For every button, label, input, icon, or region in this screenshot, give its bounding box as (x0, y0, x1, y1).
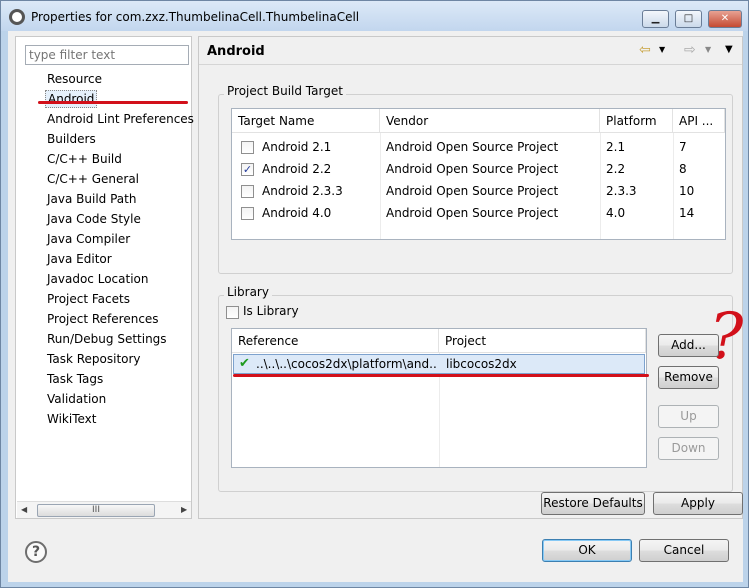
target-name: Android 2.1 (262, 140, 332, 154)
add-button[interactable]: Add... (658, 334, 719, 357)
tree-item-task-tags[interactable]: Task Tags (47, 370, 103, 388)
is-library-label[interactable]: Is Library (237, 300, 299, 322)
tree-horizontal-scrollbar[interactable]: ◀ III ▶ (17, 501, 191, 518)
page-header: Android ⇦ ▼ ⇨ ▼ ▼ (199, 37, 742, 65)
forward-history-dropdown-icon[interactable]: ▼ (705, 42, 711, 58)
target-checkbox[interactable] (241, 207, 254, 220)
table-row-selected[interactable]: ✔ ..\..\..\cocos2dx\platform\and... libc… (233, 354, 645, 374)
build-target-group-label: Project Build Target (224, 84, 346, 98)
target-platform: 2.2 (606, 162, 626, 176)
target-vendor: Android Open Source Project (386, 184, 559, 198)
scroll-right-arrow-icon[interactable]: ▶ (181, 505, 187, 514)
column-header-api[interactable]: API ... (673, 109, 725, 133)
column-header-reference[interactable]: Reference (232, 329, 439, 353)
target-platform: 2.3.3 (606, 184, 637, 198)
target-api: 8 (679, 162, 687, 176)
help-icon[interactable]: ? (25, 541, 47, 563)
target-checkbox-checked[interactable]: ✓ (241, 163, 254, 176)
tree-item-wikitext[interactable]: WikiText (47, 410, 97, 428)
tree-item-cpp-build[interactable]: C/C++ Build (47, 150, 122, 168)
title-bar[interactable]: Properties for com.zxz.ThumbelinaCell.Th… (1, 1, 748, 31)
tree-item-cpp-general[interactable]: C/C++ General (47, 170, 139, 188)
target-platform: 2.1 (606, 140, 626, 154)
target-name: Android 2.3.3 (262, 184, 343, 198)
library-project-name: libcocos2dx (446, 357, 517, 371)
view-menu-icon[interactable]: ▼ (725, 42, 733, 58)
column-header-platform[interactable]: Platform (600, 109, 673, 133)
tree-item-run-debug-settings[interactable]: Run/Debug Settings (47, 330, 167, 348)
dialog-content: Resource Android Android Lint Preference… (8, 31, 743, 582)
eclipse-icon (9, 9, 25, 25)
tree-item-resource[interactable]: Resource (47, 70, 102, 88)
down-button[interactable]: Down (658, 437, 719, 460)
tree-item-validation[interactable]: Validation (47, 390, 106, 408)
android-property-page: Android ⇦ ▼ ⇨ ▼ ▼ Project Build Target T… (198, 36, 743, 519)
tree-item-java-code-style[interactable]: Java Code Style (47, 210, 141, 228)
scroll-thumb[interactable]: III (37, 504, 155, 517)
tree-item-builders[interactable]: Builders (47, 130, 96, 148)
ok-button[interactable]: OK (542, 539, 632, 562)
library-reference-path: ..\..\..\cocos2dx\platform\and... (256, 357, 436, 371)
target-checkbox[interactable] (241, 141, 254, 154)
green-check-icon: ✔ (239, 356, 250, 371)
target-api: 10 (679, 184, 695, 198)
restore-defaults-button[interactable]: Restore Defaults (541, 492, 645, 515)
back-arrow-icon[interactable]: ⇦ (639, 42, 651, 58)
column-header-vendor[interactable]: Vendor (380, 109, 600, 133)
tree-item-android-lint-preferences[interactable]: Android Lint Preferences (47, 110, 194, 128)
scroll-left-arrow-icon[interactable]: ◀ (21, 505, 27, 514)
forward-arrow-icon[interactable]: ⇨ (684, 42, 696, 58)
tree-item-java-compiler[interactable]: Java Compiler (47, 230, 130, 248)
up-button[interactable]: Up (658, 405, 719, 428)
library-group-label: Library (224, 285, 272, 299)
red-annotation-underline-android (38, 101, 188, 104)
maximize-button[interactable]: □ (675, 10, 702, 28)
target-vendor: Android Open Source Project (386, 206, 559, 220)
target-platform: 4.0 (606, 206, 626, 220)
build-target-table[interactable]: Target Name Vendor Platform API ... Andr… (231, 108, 726, 240)
tree-item-project-references[interactable]: Project References (47, 310, 159, 328)
filter-input[interactable] (25, 45, 189, 65)
tree-item-javadoc-location[interactable]: Javadoc Location (47, 270, 148, 288)
close-button[interactable]: ✕ (708, 10, 742, 28)
apply-button[interactable]: Apply (653, 492, 743, 515)
target-api: 14 (679, 206, 695, 220)
back-history-dropdown-icon[interactable]: ▼ (659, 42, 665, 58)
cancel-button[interactable]: Cancel (639, 539, 729, 562)
minimize-button[interactable]: ▁ (642, 10, 669, 28)
target-vendor: Android Open Source Project (386, 140, 559, 154)
target-name: Android 2.2 (262, 162, 332, 176)
tree-item-android[interactable]: Android (45, 90, 98, 108)
properties-window: Properties for com.zxz.ThumbelinaCell.Th… (0, 0, 749, 588)
red-annotation-underline-library (233, 374, 649, 377)
column-header-target-name[interactable]: Target Name (232, 109, 380, 133)
page-title: Android (207, 44, 265, 59)
target-api: 7 (679, 140, 687, 154)
tree-item-java-editor[interactable]: Java Editor (47, 250, 112, 268)
column-header-project[interactable]: Project (439, 329, 646, 353)
tree-item-project-facets[interactable]: Project Facets (47, 290, 130, 308)
target-name: Android 4.0 (262, 206, 332, 220)
remove-button[interactable]: Remove (658, 366, 719, 389)
target-vendor: Android Open Source Project (386, 162, 559, 176)
window-title: Properties for com.zxz.ThumbelinaCell.Th… (31, 10, 360, 24)
tree-item-java-build-path[interactable]: Java Build Path (47, 190, 136, 208)
target-checkbox[interactable] (241, 185, 254, 198)
library-reference-table[interactable]: Reference Project ✔ ..\..\..\cocos2dx\pl… (231, 328, 647, 468)
tree-item-task-repository[interactable]: Task Repository (47, 350, 141, 368)
property-page-tree: Resource Android Android Lint Preference… (15, 36, 194, 519)
